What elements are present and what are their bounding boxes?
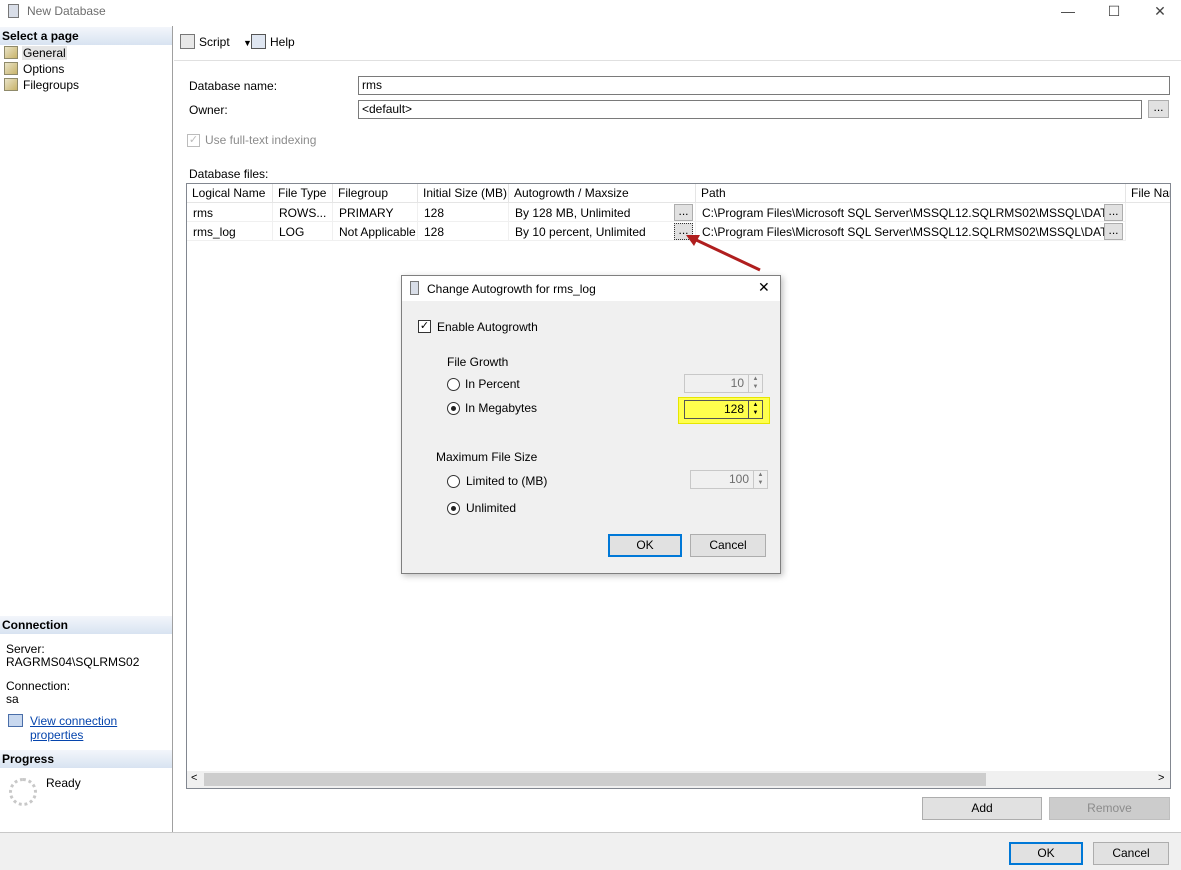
column-header[interactable]: Initial Size (MB) <box>418 184 509 203</box>
close-button[interactable]: ✕ <box>1137 0 1181 24</box>
help-button[interactable]: Help <box>251 34 295 49</box>
cell-logical-name[interactable]: rms <box>187 203 273 222</box>
cell-autogrowth: By 10 percent, Unlimited <box>509 222 696 241</box>
title-bar: New Database — ☐ ✕ <box>0 0 1181 24</box>
column-header[interactable]: File Nam <box>1126 184 1170 203</box>
cell-filegroup[interactable]: Not Applicable <box>333 222 418 241</box>
connection-label: Connection: <box>6 679 71 693</box>
add-button[interactable]: Add <box>922 797 1042 820</box>
in-percent-radio[interactable] <box>447 378 460 391</box>
in-percent-label: In Percent <box>465 377 520 391</box>
annotation-arrow <box>686 235 761 272</box>
column-header[interactable]: Path <box>696 184 1126 203</box>
view-connection-properties-link[interactable]: View connection properties <box>30 714 172 742</box>
progress-header: Progress <box>0 750 172 768</box>
limited-to-label: Limited to (MB) <box>466 474 548 488</box>
path-browse-button[interactable]: ... <box>1104 204 1123 221</box>
cell-logical-name[interactable]: rms_log <box>187 222 273 241</box>
enable-autogrowth-label: Enable Autogrowth <box>437 320 538 334</box>
max-file-size-label: Maximum File Size <box>436 450 538 464</box>
dialog-title: Change Autogrowth for rms_log <box>427 282 596 296</box>
connection-header: Connection <box>0 616 172 634</box>
progress-spinner-icon <box>9 778 37 806</box>
autogrowth-dialog: Change Autogrowth for rms_log ✕ ✓ Enable… <box>401 275 781 574</box>
dialog-title-bar: Change Autogrowth for rms_log ✕ <box>402 276 780 301</box>
stepper-arrows-icon[interactable]: ▲ ▼ <box>753 471 767 488</box>
limited-stepper[interactable]: 100 ▲ ▼ <box>690 470 768 489</box>
script-button[interactable]: Script ▼ <box>180 34 252 49</box>
cell-path: C:\Program Files\Microsoft SQL Server\MS… <box>696 203 1126 222</box>
maximize-button[interactable]: ☐ <box>1091 0 1137 24</box>
dialog-close-icon[interactable]: ✕ <box>758 279 770 296</box>
page-item-filegroups[interactable]: Filegroups <box>4 78 80 94</box>
fulltext-label: Use full-text indexing <box>205 133 317 147</box>
percent-stepper[interactable]: 10 ▲ ▼ <box>684 374 763 393</box>
scroll-thumb[interactable] <box>204 773 986 786</box>
megabytes-stepper[interactable]: 128 ▲ ▼ <box>684 400 763 419</box>
left-panel: Select a page General Options Filegroups… <box>0 26 173 832</box>
unlimited-label: Unlimited <box>466 501 517 515</box>
path-browse-button[interactable]: ... <box>1104 223 1123 240</box>
page-icon <box>4 78 18 91</box>
cell-file-type[interactable]: ROWS... <box>273 203 333 222</box>
server-value: RAGRMS04\SQLRMS02 <box>6 655 140 669</box>
window-title: New Database <box>27 4 106 18</box>
cell-initial-size[interactable]: 128 <box>418 222 509 241</box>
script-icon <box>180 34 195 49</box>
database-files-label: Database files: <box>189 167 269 181</box>
cell-autogrowth: By 128 MB, Unlimited <box>509 203 696 222</box>
bottom-bar: OK Cancel <box>0 832 1181 870</box>
database-name-input[interactable]: rms <box>358 76 1170 95</box>
cancel-button[interactable]: Cancel <box>1093 842 1169 865</box>
limited-to-radio[interactable] <box>447 475 460 488</box>
owner-input[interactable]: <default> <box>358 100 1142 119</box>
unlimited-radio[interactable] <box>447 502 460 515</box>
in-megabytes-radio[interactable] <box>447 402 460 415</box>
connection-value: sa <box>6 692 19 706</box>
stepper-arrows-icon[interactable]: ▲ ▼ <box>748 401 762 418</box>
select-page-header: Select a page <box>0 27 172 45</box>
toolbar-divider <box>174 60 1181 61</box>
connection-properties-icon <box>8 714 23 727</box>
progress-status: Ready <box>46 776 81 790</box>
cell-filegroup[interactable]: PRIMARY <box>333 203 418 222</box>
stepper-arrows-icon[interactable]: ▲ ▼ <box>748 375 762 392</box>
column-header[interactable]: Filegroup <box>333 184 418 203</box>
minimize-button[interactable]: — <box>1045 0 1091 24</box>
autogrowth-browse-button[interactable]: ... <box>674 204 693 221</box>
scroll-right-icon[interactable]: > <box>1158 772 1164 784</box>
file-growth-label: File Growth <box>447 355 509 369</box>
owner-browse-button[interactable]: ... <box>1148 100 1169 118</box>
remove-button[interactable]: Remove <box>1049 797 1170 820</box>
ok-button[interactable]: OK <box>1009 842 1083 865</box>
page-item-options[interactable]: Options <box>4 62 65 78</box>
page-item-general[interactable]: General <box>4 46 67 62</box>
in-megabytes-label: In Megabytes <box>465 401 538 415</box>
cell-file-type[interactable]: LOG <box>273 222 333 241</box>
column-header[interactable]: Autogrowth / Maxsize <box>509 184 696 203</box>
fulltext-checkbox[interactable]: ✓ <box>187 134 200 147</box>
horizontal-scrollbar[interactable]: < > <box>187 771 1170 788</box>
database-icon <box>410 281 419 295</box>
page-icon <box>4 46 18 59</box>
dialog-ok-button[interactable]: OK <box>608 534 682 557</box>
enable-autogrowth-checkbox[interactable]: ✓ <box>418 320 431 333</box>
owner-label: Owner: <box>189 103 228 117</box>
dialog-cancel-button[interactable]: Cancel <box>690 534 766 557</box>
cell-initial-size[interactable]: 128 <box>418 203 509 222</box>
page-icon <box>4 62 18 75</box>
server-label: Server: <box>6 642 45 656</box>
help-icon <box>251 34 266 49</box>
column-header[interactable]: File Type <box>273 184 333 203</box>
toolbar: Script ▼ Help <box>174 30 1174 56</box>
column-header[interactable]: Logical Name <box>187 184 273 203</box>
database-icon <box>8 4 19 18</box>
scroll-left-icon[interactable]: < <box>191 772 197 784</box>
database-name-label: Database name: <box>189 79 278 93</box>
